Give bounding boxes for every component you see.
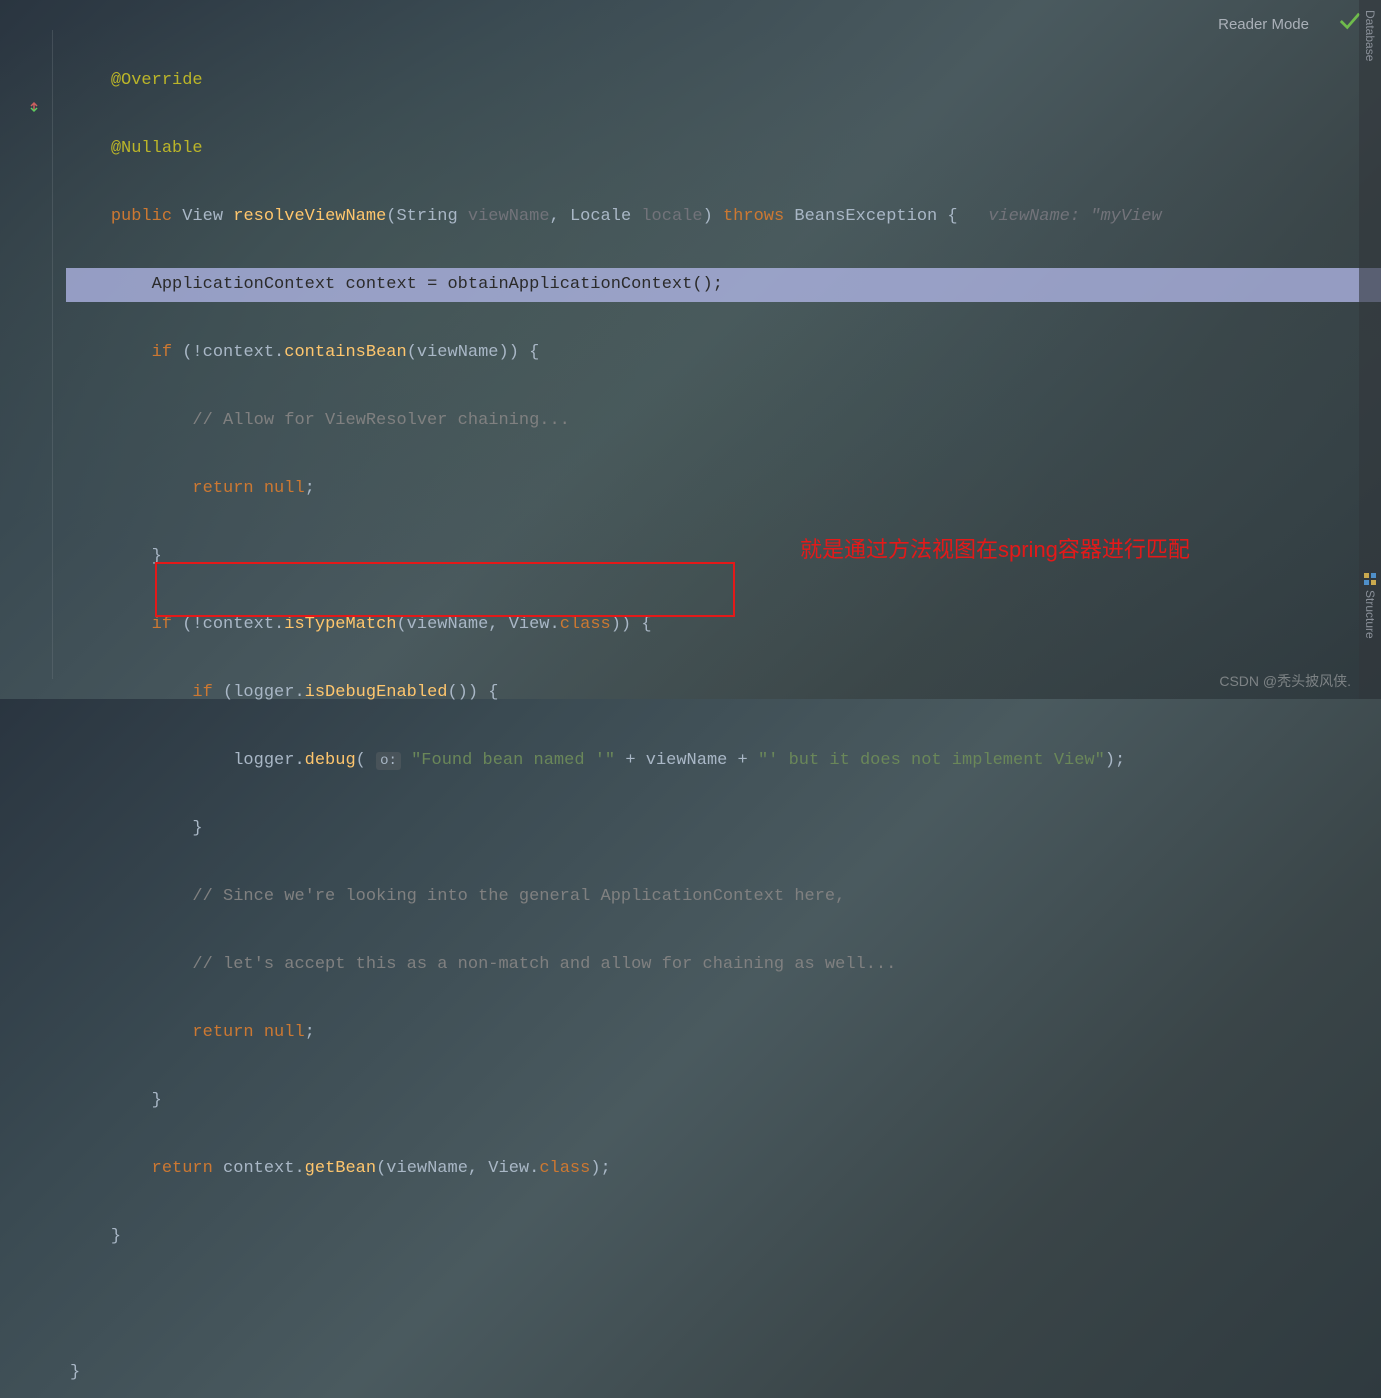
comment: // Since we're looking into the general … [192,887,845,906]
annotation-text: 就是通过方法视图在spring容器进行匹配 [800,532,1190,564]
method-isdebugenabled: isDebugEnabled [305,683,448,702]
expr: (!context. [182,343,284,362]
override-gutter-icon[interactable] [28,100,40,112]
kw-return: return [152,1159,213,1178]
kw-throws: throws [723,207,784,226]
kw-return-null: return null [192,479,304,498]
args: (viewName, View. [376,1159,539,1178]
method-containsbean: containsBean [284,343,406,362]
annotation-nullable: @Nullable [111,139,203,158]
kw-return-null: return null [192,1023,304,1042]
type-view: View [182,207,223,226]
method-debug: debug [305,751,356,770]
expr: (logger. [223,683,305,702]
method-getbean: getBean [305,1159,376,1178]
kw-class: class [539,1159,590,1178]
args: (viewName)) { [407,343,540,362]
args: (viewName, View. [396,615,559,634]
annotation-override: @Override [111,71,203,90]
kw-class: class [560,615,611,634]
kw-public: public [111,207,172,226]
inspection-check-icon[interactable] [1339,10,1361,38]
param-hint: o: [376,752,401,770]
expr-end: ()) { [447,683,498,702]
brace: } [152,1091,162,1110]
type-beansexception: BeansException [794,207,937,226]
kw-if: if [192,683,212,702]
type-string: String [396,207,457,226]
expr-end: )) { [611,615,652,634]
expr: logger. [233,751,304,770]
brace: } [111,1227,121,1246]
type-locale: Locale [570,207,631,226]
structure-tool-tab[interactable]: Structure [1363,590,1377,639]
editor-top-bar: Reader Mode [1218,10,1361,38]
kw-if: if [152,615,172,634]
code-editor[interactable]: @Override @Nullable public View resolveV… [70,30,1351,1398]
right-tool-sidebar: Database Structure [1359,0,1381,699]
inline-hint: viewName: "myView [988,207,1161,226]
string-literal: "Found bean named '" [411,751,615,770]
structure-icon [1363,572,1377,586]
string-literal: "' but it does not implement View" [758,751,1105,770]
param-locale: locale [641,207,702,226]
current-execution-line: ApplicationContext context = obtainAppli… [66,268,1381,302]
method-istypematch: isTypeMatch [284,615,396,634]
comment: // let's accept this as a non-match and … [192,955,896,974]
expr-end: ); [590,1159,610,1178]
highlight-box [155,562,735,617]
watermark: CSDN @秃头披风侠. [1219,671,1351,691]
database-tool-tab[interactable]: Database [1363,10,1377,61]
concat: + viewName + [615,751,758,770]
brace: } [70,1363,80,1382]
brace: } [192,819,202,838]
reader-mode-button[interactable]: Reader Mode [1218,16,1309,33]
param-viewname: viewName [468,207,550,226]
method-resolveviewname: resolveViewName [233,207,386,226]
editor-gutter [0,0,60,699]
expr-end: ); [1105,751,1125,770]
expr: context. [213,1159,305,1178]
comment: // Allow for ViewResolver chaining... [192,411,569,430]
expr: (!context. [182,615,284,634]
kw-if: if [152,343,172,362]
